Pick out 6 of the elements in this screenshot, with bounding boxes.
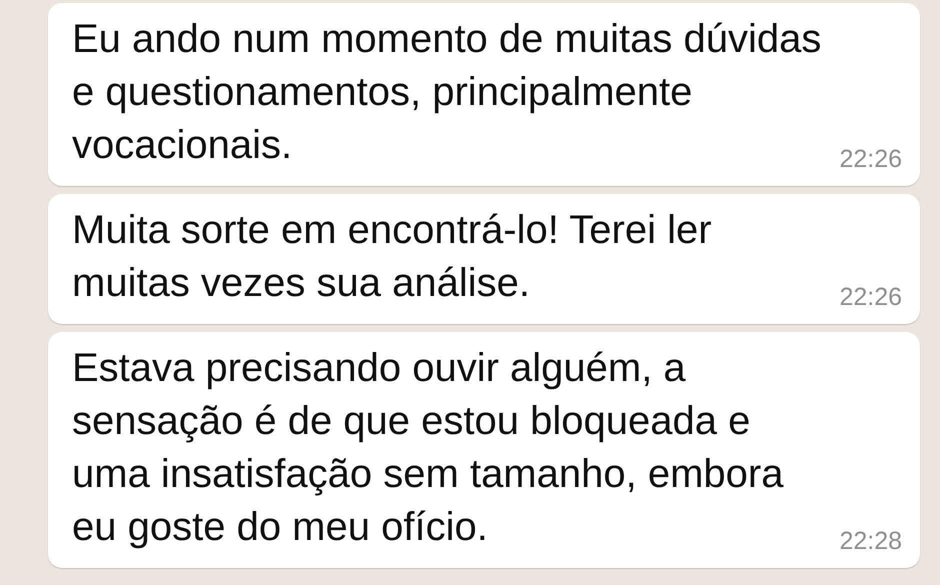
message-text: Estava precisando ouvir alguém, a sensação é de que estou bloqueada e uma insatisfação sem tamanho, embora eu goste do meu ofício. <box>72 345 784 551</box>
message-time: 22:26 <box>839 144 902 174</box>
message-text: Eu ando num momento de muitas dúvidas e questionamentos, principalmente vocacionais. <box>72 16 822 169</box>
message-time: 22:28 <box>839 526 902 556</box>
message-text: Muita sorte em encontrá-lo! Terei ler muitas vezes sua análise. <box>72 207 712 307</box>
message-time: 22:26 <box>839 282 902 312</box>
